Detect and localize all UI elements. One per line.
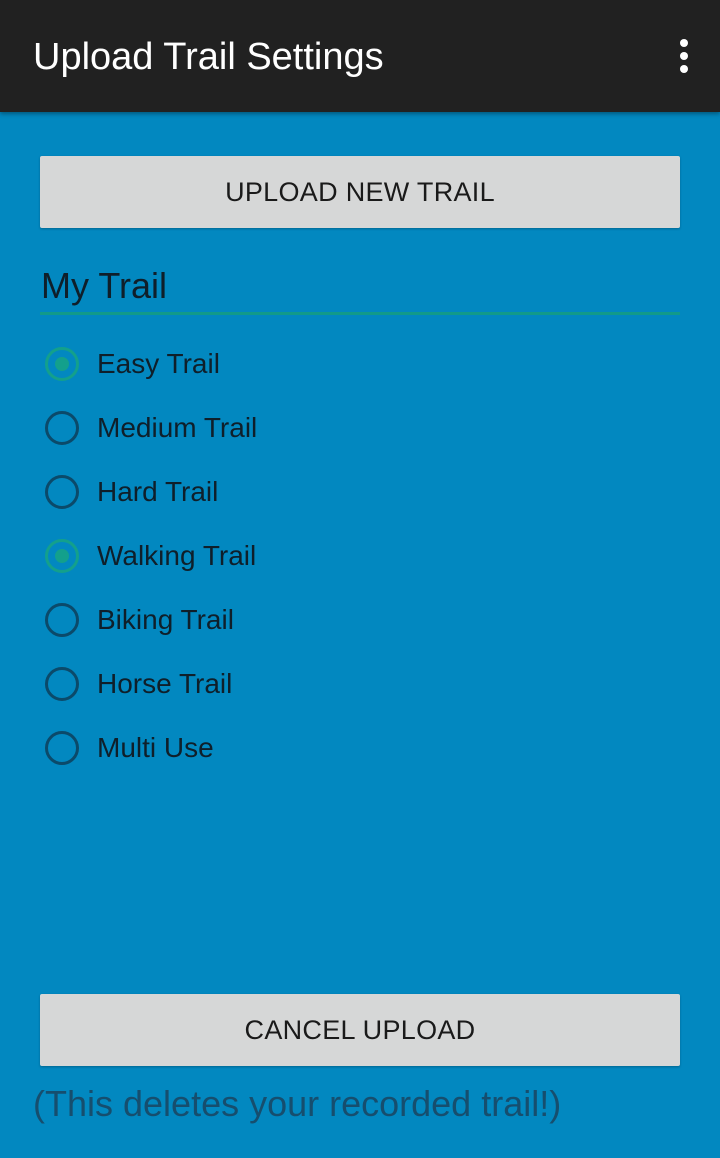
radio-button[interactable]: [45, 667, 79, 701]
radio-button[interactable]: [45, 539, 79, 573]
overflow-dot: [680, 65, 688, 73]
radio-dot: [55, 357, 69, 371]
radio-option-medium-trail[interactable]: Medium Trail: [40, 396, 680, 460]
section-divider: [40, 312, 680, 315]
section-title: My Trail: [41, 265, 167, 306]
radio-button[interactable]: [45, 603, 79, 637]
radio-option-biking-trail[interactable]: Biking Trail: [40, 588, 680, 652]
radio-label: Medium Trail: [97, 412, 258, 443]
radio-label: Multi Use: [97, 732, 214, 763]
radio-option-hard-trail[interactable]: Hard Trail: [40, 460, 680, 524]
radio-option-easy-trail[interactable]: Easy Trail: [40, 332, 680, 396]
radio-label: Horse Trail: [97, 668, 233, 699]
radio-button[interactable]: [45, 731, 79, 765]
radio-button[interactable]: [45, 475, 79, 509]
radio-option-multi-use[interactable]: Multi Use: [40, 716, 680, 780]
upload-new-trail-button[interactable]: UPLOAD NEW TRAIL: [40, 156, 680, 228]
cancel-upload-button[interactable]: CANCEL UPLOAD: [40, 994, 680, 1066]
overflow-dot: [680, 52, 688, 60]
radio-label: Walking Trail: [97, 540, 257, 571]
radio-dot: [55, 549, 69, 563]
app-title: Upload Trail Settings: [33, 36, 384, 78]
radio-label: Hard Trail: [97, 476, 219, 507]
warning-text: (This deletes your recorded trail!): [33, 1083, 562, 1124]
radio-option-walking-trail[interactable]: Walking Trail: [40, 524, 680, 588]
radio-button[interactable]: [45, 347, 79, 381]
overflow-dot: [680, 39, 688, 47]
app-bar: Upload Trail Settings: [0, 0, 720, 112]
radio-option-horse-trail[interactable]: Horse Trail: [40, 652, 680, 716]
more-vert-icon[interactable]: [660, 32, 708, 80]
radio-label: Biking Trail: [97, 604, 234, 635]
radio-label: Easy Trail: [97, 348, 220, 379]
radio-button[interactable]: [45, 411, 79, 445]
trail-type-radio-group: Easy Trail Medium Trail Hard Trail Walki…: [40, 332, 680, 780]
